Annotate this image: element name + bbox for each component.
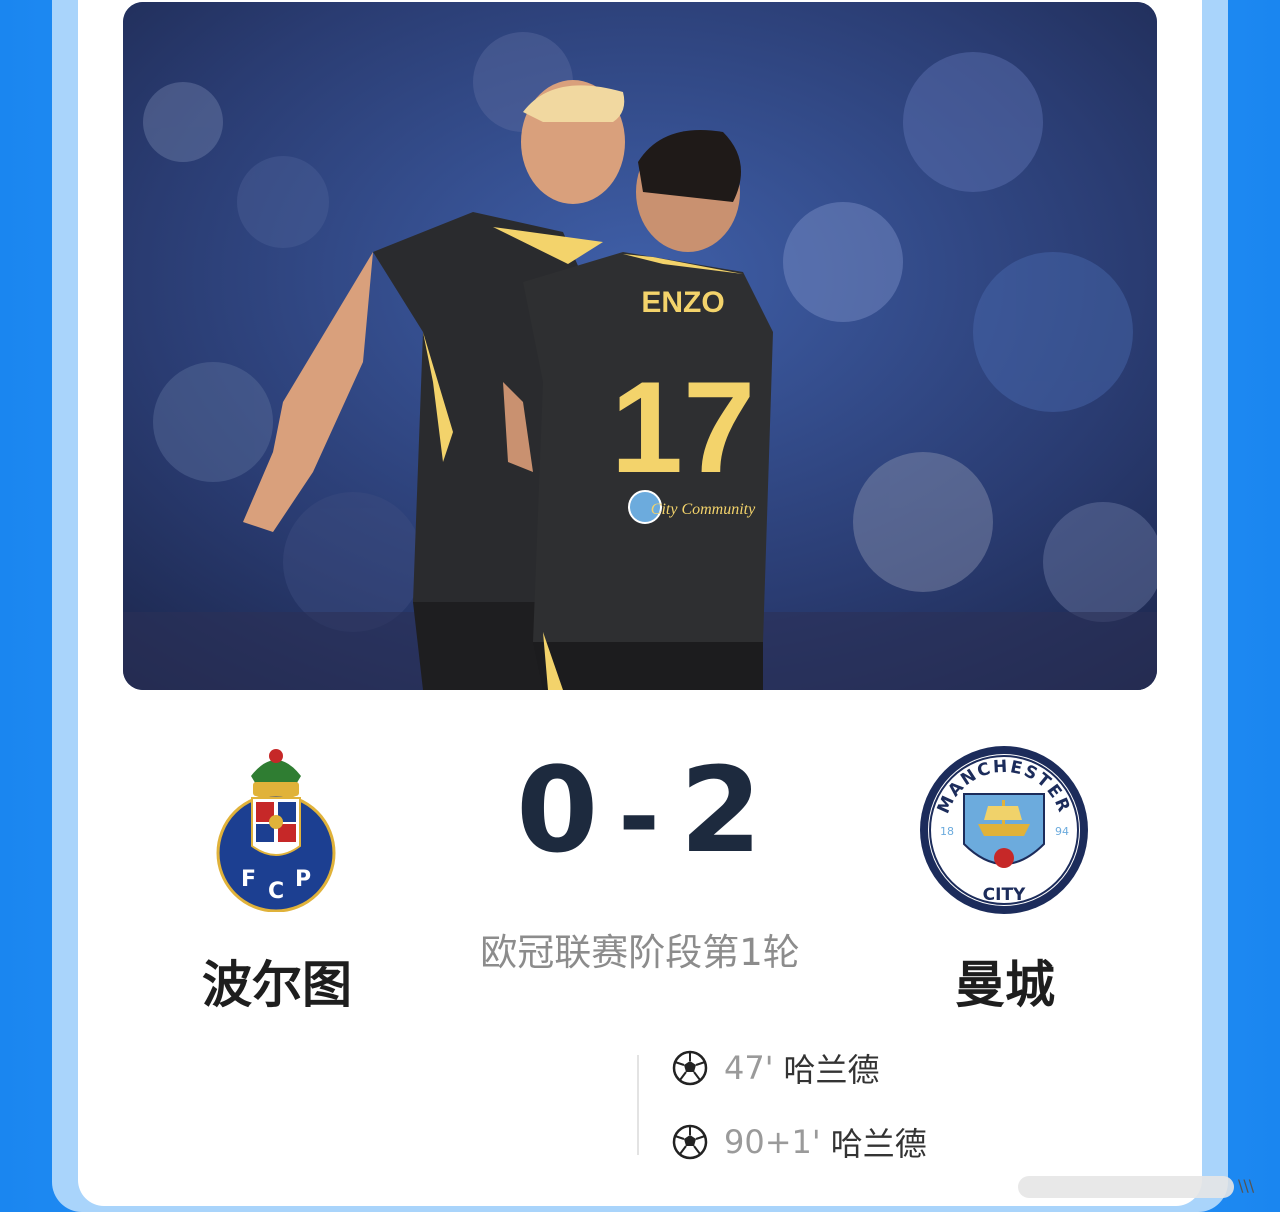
goal-minute: 90+1' <box>724 1123 821 1161</box>
football-icon <box>672 1050 708 1086</box>
home-team-name: 波尔图 <box>202 956 352 1014</box>
score-separator: - <box>618 758 662 875</box>
jersey-name: ENZO <box>641 286 724 319</box>
goal-scorer: 哈兰德 <box>830 1125 927 1163</box>
porto-letter-f: F <box>241 867 256 892</box>
football-icon <box>672 1124 708 1160</box>
jersey-number: 17 <box>611 354 756 500</box>
city-year-left: 18 <box>940 825 954 838</box>
match-round: 欧冠联赛阶段第1轮 <box>480 931 800 974</box>
scroll-indicator[interactable] <box>1018 1176 1234 1198</box>
porto-crest: F C P <box>215 746 337 913</box>
goal-event: 90+1' 哈兰德 <box>672 1120 927 1164</box>
away-score: 2 <box>679 741 764 879</box>
goal-divider <box>637 1055 639 1155</box>
goal-event: 47' 哈兰德 <box>672 1046 880 1090</box>
match-photo: ENZO 17 City Community <box>123 2 1157 690</box>
sponsor-text: City Community <box>651 501 756 518</box>
man-city-crest: MANCHESTER CITY 18 94 <box>918 744 1090 916</box>
porto-letter-c: C <box>268 879 284 904</box>
porto-letter-p: P <box>295 867 311 892</box>
scroll-indicator-glyph: \\\ <box>1238 1176 1255 1195</box>
goal-minute: 47' <box>724 1049 774 1087</box>
home-score: 0 <box>516 741 601 879</box>
scoreline: 0-2 <box>500 740 780 880</box>
away-team-name: 曼城 <box>955 956 1055 1014</box>
city-crest-bottom-text: CITY <box>983 885 1026 905</box>
city-year-right: 94 <box>1055 825 1069 838</box>
goal-scorer: 哈兰德 <box>783 1051 880 1089</box>
